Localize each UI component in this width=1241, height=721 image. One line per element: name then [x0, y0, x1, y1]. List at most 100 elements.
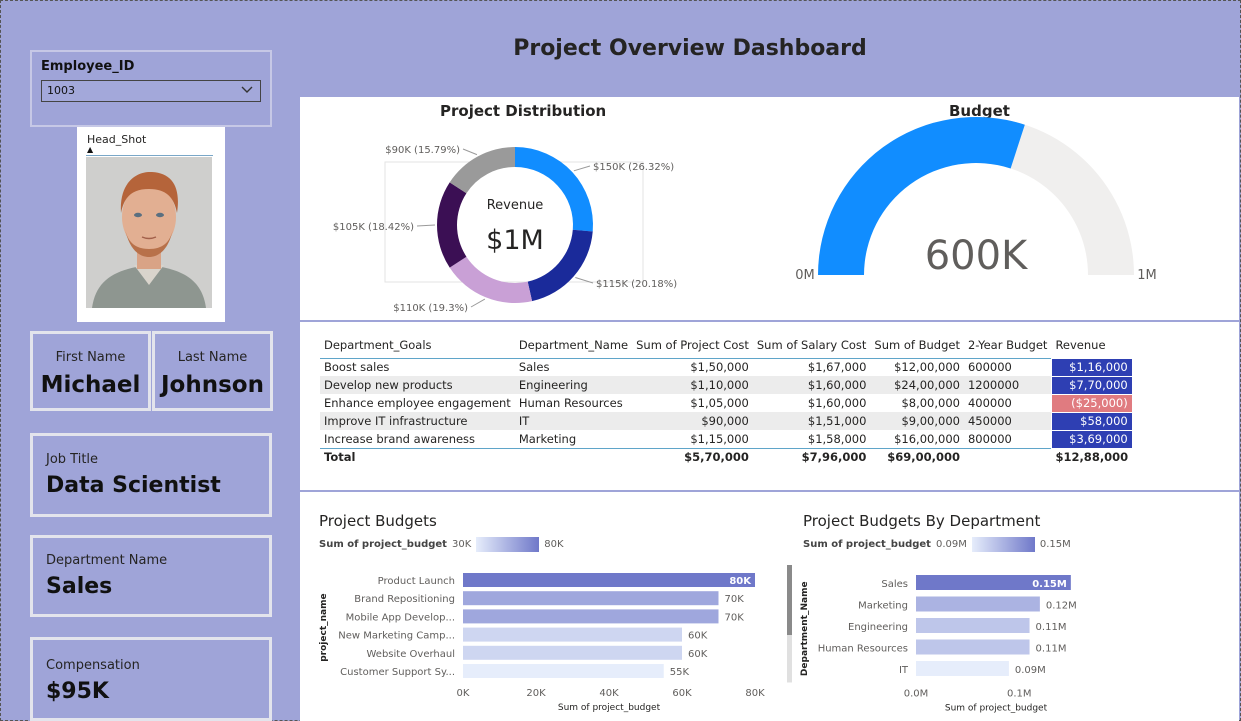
column-header[interactable]: Sum of Salary Cost	[753, 332, 871, 358]
x-tick-label: 20K	[526, 688, 546, 699]
column-header[interactable]: Sum of Project Cost	[632, 332, 753, 358]
table-cell: $1,51,000	[807, 414, 867, 428]
bar[interactable]	[916, 661, 1009, 676]
dept-budgets-legend: Sum of project_budget 0.09M 0.15M	[803, 537, 1071, 552]
table-cell: Marketing	[518, 431, 577, 446]
category-label: Human Resources	[818, 644, 908, 655]
project-budgets-chart[interactable]: project_name Product Launch 80K Brand Repos…	[300, 562, 770, 721]
bar-data-label: 0.12M	[1046, 601, 1077, 612]
table-header: Department_Goals Department_Name Sum of Pr…	[320, 332, 1133, 358]
column-header[interactable]: Department_Name	[515, 332, 632, 358]
bar-data-label: 0.09M	[1015, 665, 1046, 676]
compensation-card: Compensation $95K	[30, 637, 272, 721]
x-tick-label: 60K	[672, 688, 692, 699]
gauge-value: 600K	[925, 233, 1029, 279]
table-cell: 800000	[967, 431, 1012, 446]
first-name-card: First Name Michael	[30, 331, 151, 411]
donut-slice[interactable]	[437, 182, 467, 268]
column-header[interactable]: Sum of Budget	[870, 332, 964, 358]
table-cell: $24,00,000	[894, 378, 960, 392]
donut-leader-line	[573, 165, 591, 172]
x-tick-label: 0.1M	[1007, 689, 1032, 700]
legend-gradient	[476, 537, 540, 552]
project-budgets-title: Project Budgets	[319, 512, 437, 530]
table-cell: Human Resources	[518, 396, 623, 410]
column-header[interactable]: 2-Year Budget	[964, 332, 1051, 358]
employee-id-dropdown[interactable]: 1003	[41, 80, 261, 102]
table-cell: IT	[518, 414, 530, 428]
table-row[interactable]: Increase brand awareness Marketing $1,15,0…	[320, 429, 1133, 449]
bar[interactable]	[916, 639, 1030, 655]
donut-chart[interactable]: $150K (26.32%) $115K (20.18%) $110K (19.3%…	[300, 97, 770, 320]
category-label: Engineering	[848, 622, 908, 633]
compensation-label: Compensation	[46, 658, 140, 673]
budget-gauge[interactable]: 600K 0M 1M	[770, 97, 1239, 320]
bar[interactable]	[463, 573, 755, 587]
donut-leader-line	[462, 148, 478, 156]
last-name-value: Johnson	[161, 372, 264, 398]
sort-ascending-icon[interactable]: ▲	[87, 145, 93, 154]
table-cell: Sales	[518, 360, 550, 375]
bar[interactable]	[916, 596, 1040, 612]
donut-leader-line	[416, 224, 436, 227]
x-tick-label: 80K	[745, 688, 765, 699]
table-cell: $9,00,000	[901, 414, 960, 428]
bar[interactable]	[463, 645, 682, 660]
total-cell	[515, 448, 632, 466]
donut-data-label: $110K (19.3%)	[393, 303, 468, 314]
bar[interactable]	[463, 627, 682, 642]
category-label: IT	[899, 665, 909, 676]
bar-data-label: 0.11M	[1036, 622, 1067, 633]
headshot-image	[86, 157, 212, 308]
donut-data-label: $150K (26.32%)	[593, 162, 674, 173]
bar[interactable]	[916, 618, 1030, 633]
donut-focus-box	[384, 161, 644, 283]
legend-max: 80K	[544, 539, 564, 550]
last-name-card: Last Name Johnson	[152, 331, 273, 411]
compensation-value: $95K	[46, 679, 109, 704]
bar-data-label: 80K	[729, 576, 752, 587]
donut-slice[interactable]	[449, 256, 533, 303]
legend-max: 0.15M	[1039, 539, 1071, 550]
column-header[interactable]: Department_Goals	[320, 332, 515, 358]
donut-slice[interactable]	[515, 147, 593, 232]
page-title: Project Overview Dashboard	[513, 36, 867, 61]
scrollbar-thumb[interactable]	[787, 565, 792, 635]
table-cell: $1,10,000	[690, 378, 749, 392]
table-cell: $7,70,000	[1050, 375, 1133, 395]
bar[interactable]	[463, 664, 664, 678]
dept-budgets-chart[interactable]: Department_Name Sales 0.15M Marketing 0.12M E…	[770, 562, 1239, 721]
gauge-max: 1M	[1137, 268, 1157, 283]
dept-budgets-title: Project Budgets By Department	[803, 512, 1041, 530]
donut-data-label: $105K (18.42%)	[333, 222, 414, 233]
category-label: Customer Support Sy...	[340, 667, 455, 678]
column-header[interactable]: Revenue	[1051, 332, 1132, 358]
job-title-card: Job Title Data Scientist	[30, 433, 272, 517]
table-row[interactable]: Enhance employee engagement Human Resourc…	[320, 393, 1133, 413]
table-cell: $1,16,000	[1050, 357, 1133, 377]
bar[interactable]	[463, 609, 719, 624]
table-row[interactable]: Develop new products Engineering $1,10,000…	[320, 375, 1133, 395]
bar-data-label: 0.15M	[1032, 579, 1067, 590]
total-cell: $12,88,000	[1055, 450, 1129, 465]
table-cell: 400000	[967, 396, 1012, 410]
legend-label: Sum of project_budget	[319, 539, 447, 550]
donut-data-label: $90K (15.79%)	[385, 145, 460, 156]
gauge-min: 0M	[795, 268, 815, 283]
category-label: New Marketing Camp...	[338, 631, 455, 642]
y-axis-title: Department_Name	[800, 581, 810, 676]
top-panel: Project Distribution $150K (26.32%) $115K…	[300, 97, 1239, 320]
table-cell: $1,60,000	[807, 396, 867, 410]
headshot-label: Head_Shot	[87, 133, 147, 146]
job-title-value: Data Scientist	[46, 473, 221, 498]
table-cell: $1,15,000	[690, 431, 749, 446]
table-row[interactable]: Improve IT infrastructure IT $90,000 $1,51,…	[320, 411, 1133, 431]
bar[interactable]	[463, 591, 719, 606]
legend-min: 0.09M	[935, 539, 967, 550]
table-row[interactable]: Boost sales Sales $1,50,000 $1,67,000 $12,00…	[320, 357, 1133, 377]
department-value: Sales	[46, 574, 113, 599]
legend-min: 30K	[451, 539, 472, 550]
table-cell: $3,69,000	[1050, 429, 1133, 449]
donut-center-label: Revenue	[487, 198, 544, 213]
headshot-card: Head_Shot ▲	[77, 127, 225, 322]
